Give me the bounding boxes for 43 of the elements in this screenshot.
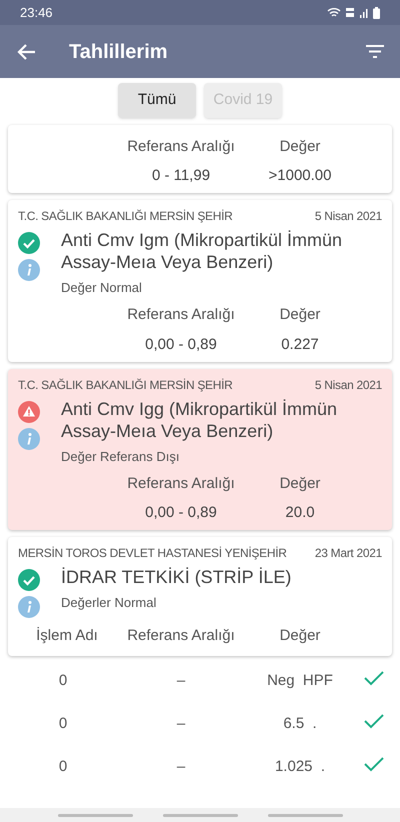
result-card[interactable]: T.C. SAĞLIK BAKANLIĞI MERSİN ŞEHİR 5 Nisan 2021 Anti Cmv Igm (Mikropartikül İmmün Assay-Meıa Veya Benzeri) Değer Normal Referans Aralığı Değer 0,00 - 0,89 0.227 <box>8 200 392 362</box>
status-note: Değerler Normal <box>61 594 158 612</box>
result-date: 5 Nisan 2021 <box>314 208 382 225</box>
table-cell-text: 20.0 <box>284 503 316 523</box>
institution-name: T.C. SAĞLIK BAKANLIĞI MERSİN ŞEHİR <box>18 208 233 225</box>
result-date: 5 Nisan 2021 <box>314 376 382 394</box>
column-header: Değer <box>278 474 322 494</box>
table-cell-text: – <box>176 757 186 777</box>
table-cell-text: 0,00 - 0,89 <box>144 503 218 523</box>
column-header: Referans Aralığı <box>126 136 236 157</box>
table-cell-text: – <box>176 671 186 691</box>
table-cell-text: – <box>176 714 186 734</box>
column-header: Değer <box>278 305 322 326</box>
table-cell-text: 6.5 . <box>282 714 318 734</box>
filter-tab[interactable]: Tümü <box>118 83 196 118</box>
table-cell-text: 0.227 <box>280 334 320 354</box>
status-note: Değer Normal <box>61 279 143 297</box>
column-header: Referans Aralığı <box>126 626 236 646</box>
column-header: Değer <box>278 626 322 646</box>
table-cell-text: 0 <box>58 671 68 691</box>
table-cell-text: >1000.00 <box>268 166 332 186</box>
column-header: Referans Aralığı <box>126 474 236 494</box>
institution-name: T.C. SAĞLIK BAKANLIĞI MERSİN ŞEHİR <box>18 376 233 394</box>
column-header: Referans Aralığı <box>126 305 236 326</box>
table-cell-text: 0,00 - 0,89 <box>144 334 218 354</box>
column-header: Değer <box>278 136 322 157</box>
status-time: 23:46 <box>20 4 53 22</box>
table-cell-text: 0 <box>58 757 68 777</box>
result-date: 23 Mart 2021 <box>314 545 382 562</box>
column-header: İşlem Adı <box>35 626 99 646</box>
result-card[interactable]: MERSİN TOROS DEVLET HASTANESİ YENİŞEHİR 23 Mart 2021 İDRAR TETKİKİ (STRİP İLE) Değerler Normal İşlem Adı Referans Aralığı Değer <box>8 537 392 656</box>
table-cell-text: Neg HPF <box>266 671 334 691</box>
result-card[interactable]: T.C. SAĞLIK BAKANLIĞI MERSİN ŞEHİR 5 Nisan 2021 Anti Cmv Igg (Mikropartikül İmmün Assay-Meıa Veya Benzeri) Değer Referans Dışı Referans Aralığı Değer 0,00 - 0,89 20.0 <box>8 368 392 530</box>
status-note: Değer Referans Dışı <box>61 448 180 466</box>
table-cell-text: 0 <box>58 714 68 734</box>
result-card[interactable]: Referans Aralığı Değer 0 - 11,99 >1000.00 <box>8 125 392 193</box>
table-cell-text: 0 - 11,99 <box>150 166 212 186</box>
table-cell-text: 1.025 . <box>274 757 326 777</box>
screen-title: Tahlillerim <box>69 40 168 64</box>
test-name: Anti Cmv Igg (Mikropartikül İmmün Assay-Meıa Veya Benzeri) <box>61 398 338 442</box>
test-name: İDRAR TETKİKİ (STRİP İLE) <box>61 566 292 588</box>
institution-name: MERSİN TOROS DEVLET HASTANESİ YENİŞEHİR <box>18 545 287 562</box>
test-name: Anti Cmv Igm (Mikropartikül İmmün Assay-Meıa Veya Benzeri) <box>61 229 344 273</box>
